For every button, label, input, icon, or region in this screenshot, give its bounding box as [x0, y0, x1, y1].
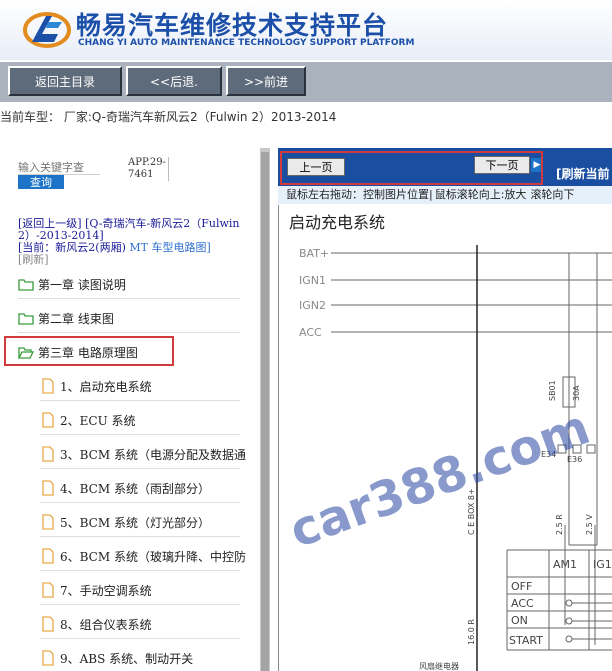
item-label: 8、组合仪表系统: [60, 617, 152, 632]
search-button[interactable]: 查询: [18, 175, 64, 189]
folder-icon: [18, 313, 34, 325]
item-label: 1、启动充电系统: [60, 379, 152, 394]
pager-highlight: [280, 151, 543, 185]
selection-highlight: [4, 336, 174, 366]
item-label: 2、ECU 系统: [60, 413, 136, 428]
document-icon: [42, 616, 54, 632]
scrollbar-thumb[interactable]: [261, 152, 269, 671]
item-label: 5、BCM 系统（灯光部分）: [60, 515, 210, 530]
refresh-current-link[interactable]: [刷新当前: [556, 165, 610, 182]
chapter-label: 第二章 线束图: [38, 311, 114, 326]
divider: [40, 502, 240, 503]
divider: [40, 638, 240, 639]
switch-row-start: START: [509, 634, 543, 647]
item-label: 7、手动空调系统: [60, 583, 152, 598]
rail-label-acc: ACC: [299, 326, 322, 339]
divider: [40, 604, 240, 605]
viewer-hint-bar: 鼠标左右拖动：控制图片位置| 鼠标滚轮向上:放大 滚轮向下: [278, 186, 612, 204]
document-icon: [42, 378, 54, 394]
item-label: 6、BCM 系统（玻璃升降、中控防: [60, 549, 246, 564]
rail-label-bat: BAT+: [299, 247, 329, 260]
keyword-search-input[interactable]: [18, 161, 100, 175]
diagram-title: 启动充电系统: [289, 213, 386, 232]
home-button[interactable]: 返回主目录: [8, 66, 122, 96]
switch-row-on: ON: [511, 614, 528, 627]
document-icon: [42, 650, 54, 666]
rail-label-ign2: IGN2: [299, 299, 326, 312]
divider: [18, 298, 240, 299]
chapter-label: 第一章 读图说明: [38, 277, 126, 292]
tree-item-6[interactable]: 6、BCM 系统（玻璃升降、中控防: [40, 545, 256, 567]
forward-button[interactable]: >>前进: [226, 66, 306, 96]
switch-col-am1: AM1: [553, 558, 577, 571]
tree-item-4[interactable]: 4、BCM 系统（雨刮部分）: [40, 477, 256, 499]
hint-drag: 鼠标左右拖动：控制图片位置: [286, 188, 429, 201]
document-icon: [42, 582, 54, 598]
document-icon: [42, 446, 54, 462]
back-button[interactable]: <<后退.: [126, 66, 222, 96]
folder-icon: [18, 279, 34, 291]
app-subtitle: CHANG YI AUTO MAINTENANCE TECHNOLOGY SUP…: [78, 38, 415, 48]
wire-label-c: 16.0 R: [467, 619, 476, 645]
divider: [18, 332, 240, 333]
tree-item-8[interactable]: 8、组合仪表系统: [40, 613, 256, 635]
divider: [40, 468, 240, 469]
cy-logo-icon: [22, 8, 72, 52]
tree-item-7[interactable]: 7、手动空调系统: [40, 579, 256, 601]
divider: [40, 400, 240, 401]
tree-chapter-2[interactable]: 第二章 线束图: [18, 307, 250, 329]
item-label: 3、BCM 系统（电源分配及数据通: [60, 447, 246, 462]
tree-item-2[interactable]: 2、ECU 系统: [40, 409, 256, 431]
tree-item-1[interactable]: 1、启动充电系统: [40, 375, 256, 397]
wire-label-a: 2.5 R: [555, 514, 564, 535]
refresh-link[interactable]: [刷新]: [18, 253, 49, 266]
tree-item-5[interactable]: 5、BCM 系统（灯光部分）: [40, 511, 256, 533]
hint-wheel-up: 鼠标滚轮向上:放大: [434, 188, 527, 201]
document-icon: [42, 412, 54, 428]
switch-row-acc: ACC: [511, 597, 534, 610]
divider: [40, 434, 240, 435]
hint-wheel-down: 滚轮向下: [530, 188, 575, 201]
divider: [40, 536, 240, 537]
wire-label-b: 2.5 V: [585, 514, 594, 535]
tree-item-9[interactable]: 9、ABS 系统、制动开关: [40, 647, 256, 669]
app-title: 畅易汽车维修技术支持平台: [76, 11, 389, 40]
fuse-label: SB01: [548, 380, 557, 401]
document-icon: [42, 514, 54, 530]
tree-item-3[interactable]: 3、BCM 系统（电源分配及数据通: [40, 443, 256, 465]
tree-chapter-1[interactable]: 第一章 读图说明: [18, 273, 250, 295]
rail-label-ign1: IGN1: [299, 274, 326, 287]
current-catalog-suffix: MT 车型电路图]: [129, 241, 211, 254]
bottom-label: 风扇继电器: [419, 661, 459, 671]
document-icon: [42, 480, 54, 496]
app-id-label: APP.29-7461: [128, 157, 169, 181]
catalog-nav-links: [返回上一级] [Q-奇瑞汽车-新风云2（Fulwin 2）-2013-2014…: [18, 218, 250, 266]
current-vehicle-label: 当前车型： 厂家:Q-奇瑞汽车新风云2（Fulwin 2）2013-2014: [0, 110, 337, 124]
item-label: 9、ABS 系统、制动开关: [60, 651, 194, 666]
item-label: 4、BCM 系统（雨刮部分）: [60, 481, 210, 496]
divider: [40, 570, 240, 571]
switch-col-ig1: IG1: [593, 558, 612, 571]
switch-row-off: OFF: [511, 580, 532, 593]
document-icon: [42, 548, 54, 564]
